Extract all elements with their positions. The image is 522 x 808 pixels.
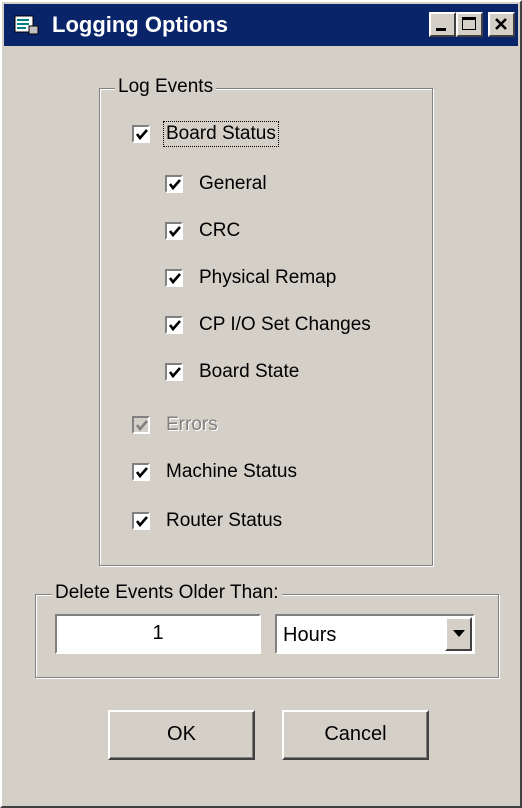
checkbox-crc-label: CRC	[199, 220, 241, 241]
checkbox-router-status-box[interactable]	[132, 512, 150, 530]
checkbox-board-state-box[interactable]	[165, 363, 183, 381]
checkbox-general-label: General	[199, 173, 267, 194]
checkbox-board-state[interactable]: Board State	[165, 358, 301, 386]
checkbox-board-status-box[interactable]	[132, 125, 150, 143]
checkbox-crc-box[interactable]	[165, 222, 183, 240]
checkbox-machine-status-label: Machine Status	[166, 461, 297, 482]
dropdown-button[interactable]	[445, 617, 472, 651]
close-button[interactable]	[488, 12, 515, 37]
delete-events-label: Delete Events Older Than:	[52, 582, 282, 604]
cancel-button[interactable]: Cancel	[282, 710, 429, 760]
checkbox-general[interactable]: General	[165, 170, 269, 198]
checkbox-router-status-label: Router Status	[166, 510, 283, 531]
window-title: Logging Options	[52, 12, 228, 37]
checkbox-machine-status-box[interactable]	[132, 463, 150, 481]
minimize-button[interactable]	[429, 12, 456, 37]
age-unit-select[interactable]: Hours	[275, 614, 475, 654]
checkbox-cp-io-set-changes-label: CP I/O Set Changes	[199, 314, 371, 335]
ok-button[interactable]: OK	[108, 710, 255, 760]
age-value-input[interactable]: 1	[55, 614, 261, 654]
checkbox-errors-label: Errors	[166, 414, 218, 435]
log-document-icon	[14, 14, 40, 36]
checkbox-general-box[interactable]	[165, 175, 183, 193]
checkbox-errors-box	[132, 416, 150, 434]
checkbox-physical-remap-box[interactable]	[165, 269, 183, 287]
checkbox-physical-remap[interactable]: Physical Remap	[165, 264, 338, 292]
checkbox-physical-remap-label: Physical Remap	[199, 267, 337, 288]
title-bar[interactable]: Logging Options	[4, 4, 518, 46]
logging-options-dialog: Logging Options Log Events Board Status …	[0, 0, 522, 808]
age-unit-value: Hours	[283, 624, 337, 646]
checkbox-crc[interactable]: CRC	[165, 217, 242, 245]
checkbox-cp-io-set-changes[interactable]: CP I/O Set Changes	[165, 311, 373, 339]
checkbox-errors: Errors	[132, 411, 220, 439]
checkbox-board-status[interactable]: Board Status	[132, 120, 279, 148]
checkbox-machine-status[interactable]: Machine Status	[132, 458, 299, 486]
checkbox-router-status[interactable]: Router Status	[132, 507, 284, 535]
checkbox-cp-io-set-changes-box[interactable]	[165, 316, 183, 334]
checkbox-board-state-label: Board State	[199, 361, 300, 382]
log-events-label: Log Events	[115, 76, 217, 98]
maximize-button[interactable]	[456, 12, 483, 37]
checkbox-board-status-label: Board Status	[163, 121, 279, 147]
